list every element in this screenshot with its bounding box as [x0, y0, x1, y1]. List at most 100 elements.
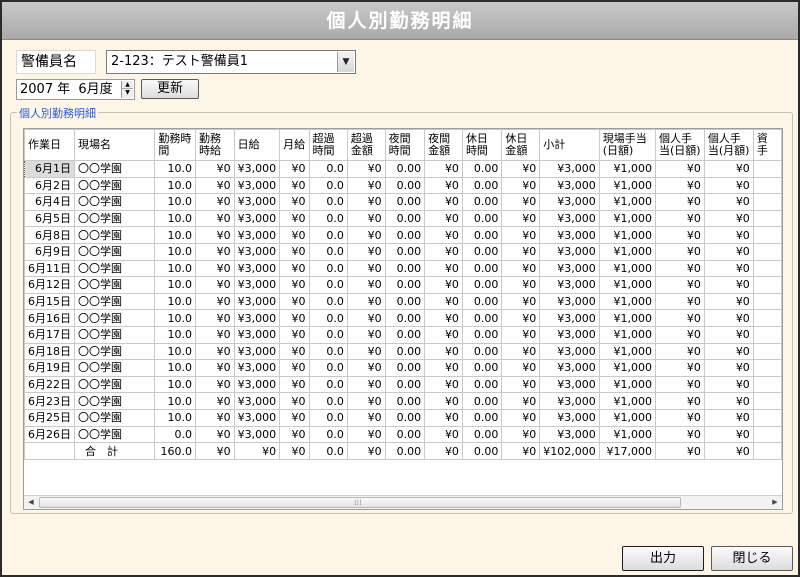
column-header[interactable]: 超過時間: [308, 129, 348, 161]
table-cell[interactable]: ¥1,000: [598, 408, 656, 427]
table-cell[interactable]: ¥0: [654, 342, 705, 361]
close-button[interactable]: 閉じる: [711, 546, 793, 571]
table-cell[interactable]: 0.00: [461, 160, 503, 178]
table-cell[interactable]: ¥0: [279, 359, 310, 377]
table-cell[interactable]: 0.0: [308, 176, 348, 195]
table-row[interactable]: 6月4日 〇〇学園 10.0 ¥0 ¥3,000 ¥0 0.0 ¥0 0.00 ¥0 0.00 ¥0 ¥…: [24, 193, 782, 211]
table-cell[interactable]: ¥0: [279, 375, 310, 394]
table-cell[interactable]: ¥0: [279, 425, 310, 444]
table-cell[interactable]: ¥0: [279, 325, 310, 344]
table-cell[interactable]: ¥0: [703, 342, 754, 361]
table-cell[interactable]: ¥0: [654, 392, 705, 410]
table-cell[interactable]: ¥0: [279, 242, 310, 261]
table-cell[interactable]: 10.0: [154, 242, 196, 261]
table-cell[interactable]: [752, 242, 782, 261]
table-cell[interactable]: ¥1,000: [598, 193, 656, 211]
table-cell[interactable]: 0.00: [384, 160, 426, 178]
table-cell[interactable]: ¥0: [703, 309, 754, 327]
table-cell[interactable]: 10.0: [154, 160, 196, 178]
column-header[interactable]: 現場名: [73, 129, 156, 161]
table-cell[interactable]: ¥0: [346, 392, 386, 410]
table-cell[interactable]: [752, 209, 782, 228]
table-cell[interactable]: 〇〇学園: [73, 408, 156, 427]
table-cell[interactable]: ¥0: [501, 309, 541, 327]
table-cell[interactable]: ¥0: [279, 160, 310, 178]
table-cell[interactable]: ¥0: [654, 259, 705, 278]
table-cell[interactable]: ¥0: [703, 408, 754, 427]
table-cell[interactable]: ¥0: [703, 176, 754, 195]
table-cell[interactable]: [752, 259, 782, 278]
table-cell[interactable]: ¥3,000: [539, 276, 600, 294]
table-cell[interactable]: ¥0: [424, 209, 463, 228]
table-cell[interactable]: ¥3,000: [233, 309, 281, 327]
table-cell[interactable]: 0.0: [308, 309, 348, 327]
table-cell[interactable]: ¥0: [346, 342, 386, 361]
table-cell[interactable]: 10.0: [154, 193, 196, 211]
table-cell[interactable]: ¥0: [501, 375, 541, 394]
table-cell[interactable]: 0.00: [384, 193, 426, 211]
table-cell[interactable]: 〇〇学園: [73, 176, 156, 195]
table-cell[interactable]: 0.00: [384, 276, 426, 294]
table-cell[interactable]: ¥3,000: [233, 160, 281, 178]
date-cell[interactable]: 6月12日: [24, 276, 75, 294]
table-cell[interactable]: 0.00: [461, 259, 503, 278]
column-header[interactable]: 資手: [752, 129, 782, 161]
table-cell[interactable]: ¥0: [501, 425, 541, 444]
table-cell[interactable]: ¥0: [654, 160, 705, 178]
table-cell[interactable]: ¥0: [501, 325, 541, 344]
table-cell[interactable]: ¥0: [346, 425, 386, 444]
table-cell[interactable]: ¥0: [279, 309, 310, 327]
table-cell[interactable]: 0.0: [308, 242, 348, 261]
table-cell[interactable]: ¥3,000: [233, 408, 281, 427]
table-cell[interactable]: ¥0: [654, 375, 705, 394]
table-cell[interactable]: ¥0: [424, 242, 463, 261]
table-row[interactable]: 6月17日 〇〇学園 10.0 ¥0 ¥3,000 ¥0 0.0 ¥0 0.00 ¥0 0.00 ¥0…: [24, 325, 782, 344]
table-cell[interactable]: ¥1,000: [598, 425, 656, 444]
table-cell[interactable]: ¥0: [424, 425, 463, 444]
table-cell[interactable]: ¥0: [424, 160, 463, 178]
column-header[interactable]: 作業日: [24, 129, 75, 161]
table-cell[interactable]: ¥0: [194, 259, 235, 278]
table-cell[interactable]: [752, 160, 782, 178]
table-cell[interactable]: ¥0: [279, 193, 310, 211]
table-cell[interactable]: ¥0: [703, 375, 754, 394]
table-cell[interactable]: ¥0: [194, 176, 235, 195]
table-cell[interactable]: ¥3,000: [539, 259, 600, 278]
table-cell[interactable]: 0.00: [461, 309, 503, 327]
table-cell[interactable]: ¥0: [501, 242, 541, 261]
table-cell[interactable]: 0.00: [461, 408, 503, 427]
table-row[interactable]: 6月11日 〇〇学園 10.0 ¥0 ¥3,000 ¥0 0.0 ¥0 0.00 ¥0 0.00 ¥0…: [24, 259, 782, 278]
table-cell[interactable]: 〇〇学園: [73, 392, 156, 410]
table-cell[interactable]: 0.00: [384, 375, 426, 394]
date-cell[interactable]: 6月16日: [24, 309, 75, 327]
table-cell[interactable]: ¥0: [501, 226, 541, 244]
table-cell[interactable]: 0.00: [384, 176, 426, 195]
table-cell[interactable]: ¥0: [424, 392, 463, 410]
scroll-right-icon[interactable]: ▶: [768, 496, 782, 509]
table-cell[interactable]: ¥0: [501, 359, 541, 377]
table-cell[interactable]: [752, 375, 782, 394]
table-cell[interactable]: ¥3,000: [539, 193, 600, 211]
table-cell[interactable]: [752, 276, 782, 294]
table-cell[interactable]: 10.0: [154, 342, 196, 361]
table-cell[interactable]: ¥1,000: [598, 325, 656, 344]
table-cell[interactable]: ¥0: [346, 193, 386, 211]
table-cell[interactable]: ¥0: [703, 325, 754, 344]
table-cell[interactable]: ¥0: [194, 408, 235, 427]
table-cell[interactable]: ¥0: [194, 342, 235, 361]
table-cell[interactable]: 0.00: [461, 209, 503, 228]
table-cell[interactable]: [752, 342, 782, 361]
table-cell[interactable]: ¥0: [279, 276, 310, 294]
table-cell[interactable]: ¥0: [424, 342, 463, 361]
table-cell[interactable]: ¥0: [501, 160, 541, 178]
table-row[interactable]: 6月15日 〇〇学園 10.0 ¥0 ¥3,000 ¥0 0.0 ¥0 0.00 ¥0 0.00 ¥0…: [24, 292, 782, 311]
table-cell[interactable]: [752, 309, 782, 327]
table-cell[interactable]: ¥0: [654, 226, 705, 244]
table-cell[interactable]: ¥0: [501, 342, 541, 361]
table-cell[interactable]: ¥0: [194, 292, 235, 311]
table-cell[interactable]: ¥1,000: [598, 176, 656, 195]
table-cell[interactable]: 0.00: [384, 309, 426, 327]
table-cell[interactable]: 0.00: [461, 242, 503, 261]
table-cell[interactable]: ¥3,000: [233, 209, 281, 228]
table-cell[interactable]: 10.0: [154, 226, 196, 244]
